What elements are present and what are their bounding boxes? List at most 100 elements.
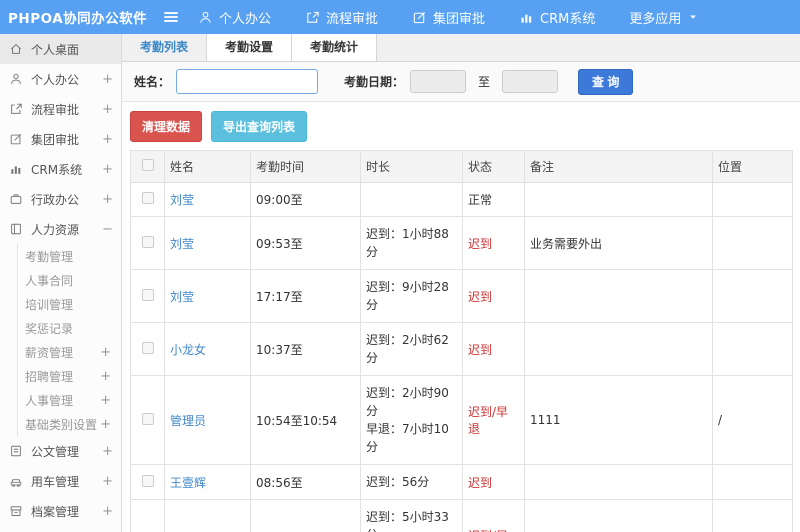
duration-cell: 迟到：56分: [360, 464, 463, 500]
sidebar-subitem-recruitment[interactable]: 招聘管理 +: [18, 364, 121, 388]
duration-cell: [360, 182, 463, 217]
sidebar-subitem-label: 薪资管理: [25, 345, 74, 360]
nav-item-workflow-approval[interactable]: 流程审批: [305, 8, 378, 27]
home-icon: [9, 42, 24, 57]
sidebar-subitem-personnel[interactable]: 人事管理 +: [18, 388, 121, 412]
nav-item-personal-office[interactable]: 个人办公: [198, 8, 271, 27]
location-cell: [712, 269, 793, 323]
sidebar-item-label: 流程审批: [31, 102, 80, 117]
location-cell: [712, 216, 793, 270]
location-cell: /: [712, 375, 793, 465]
sidebar-subitem-training[interactable]: 培训管理: [18, 292, 121, 316]
archive-icon: [9, 504, 24, 519]
row-checkbox[interactable]: [141, 412, 154, 425]
sidebar-item-project-mgmt[interactable]: 项目管理+: [0, 526, 121, 532]
nav-item-label: 个人办公: [219, 11, 272, 27]
sidebar: 个人桌面 个人办公 + 流程审批 + 集团审批 + CRM系统 + 行政办公 + 人力资源 − 考勤管理人…: [0, 34, 122, 532]
employee-name-link[interactable]: 刘莹: [170, 237, 194, 251]
search-form: 姓名： 考勤日期： 至 查 询: [122, 62, 800, 102]
expand-indicator: +: [100, 344, 111, 360]
column-header: 位置: [712, 150, 793, 183]
duration-cell: 迟到：1小时88分: [360, 216, 463, 270]
clean-data-button[interactable]: 清理数据: [130, 111, 203, 142]
status-cell: 迟到/早退: [462, 375, 525, 465]
status-cell: 迟到: [462, 464, 525, 500]
column-header: 状态: [462, 150, 525, 183]
top-navigation: 个人办公 流程审批 集团审批 CRM系统 更多应用: [198, 8, 733, 27]
sidebar-item-desktop[interactable]: 个人桌面: [0, 34, 121, 64]
caret-down-icon: [687, 11, 699, 23]
sidebar-item-admin-office[interactable]: 行政办公 +: [0, 184, 121, 214]
sidebar-item-label: 集团审批: [31, 132, 80, 147]
nav-item-more-apps[interactable]: 更多应用: [629, 8, 699, 27]
sidebar-subitem-label: 奖惩记录: [25, 321, 74, 336]
sidebar-item-hr[interactable]: 人力资源 −: [0, 214, 121, 244]
name-cell: 刘莹: [164, 182, 251, 217]
name-input[interactable]: [176, 69, 319, 94]
sidebar-item-archive-mgmt[interactable]: 档案管理 +: [0, 496, 121, 526]
sidebar-subitem-label: 人事管理: [25, 393, 74, 408]
sidebar-item-label: 公文管理: [31, 444, 80, 459]
tab-attendance-list[interactable]: 考勤列表: [122, 34, 208, 61]
status-badge: 迟到: [468, 475, 493, 490]
column-header: 时长: [360, 150, 463, 183]
time-cell: 08:56至: [250, 464, 361, 500]
select-all-checkbox[interactable]: [141, 159, 154, 171]
to-label: 至: [478, 75, 491, 89]
name-cell: 小龙女: [164, 322, 251, 376]
car-icon: [9, 474, 24, 489]
export-list-button[interactable]: 导出查询列表: [211, 111, 308, 142]
employee-name-link[interactable]: 王壹辉: [170, 476, 206, 490]
employee-name-link[interactable]: 小龙女: [170, 343, 206, 357]
nav-item-group-approval[interactable]: 集团审批: [412, 8, 485, 27]
date-to-input[interactable]: [502, 70, 559, 93]
edit-icon: [9, 132, 24, 147]
row-checkbox[interactable]: [141, 288, 154, 301]
name-cell: 刘莹: [164, 269, 251, 323]
sidebar-subitem-base-category[interactable]: 基础类别设置 +: [18, 412, 121, 436]
sidebar-item-document-mgmt[interactable]: 公文管理 +: [0, 436, 121, 466]
flow-icon: [305, 10, 320, 25]
tab-attendance-stats[interactable]: 考勤统计: [292, 34, 378, 61]
hamburger-menu-icon[interactable]: [162, 7, 182, 27]
employee-name-link[interactable]: 刘莹: [170, 193, 194, 207]
status-badge: 迟到/早退: [468, 405, 509, 436]
time-cell: 09:00至: [250, 182, 361, 217]
nav-item-crm[interactable]: CRM系统: [519, 8, 595, 27]
status-cell: 迟到: [462, 322, 525, 376]
sidebar-item-label: CRM系统: [31, 162, 83, 177]
sidebar-subitem-hr-contract[interactable]: 人事合同: [18, 268, 121, 292]
note-cell: [524, 269, 713, 323]
sidebar-item-crm[interactable]: CRM系统 +: [0, 154, 121, 184]
expand-indicator: +: [102, 131, 113, 147]
tab-attendance-setup[interactable]: 考勤设置: [207, 34, 293, 61]
note-cell: [524, 182, 713, 217]
employee-name-link[interactable]: 刘莹: [170, 290, 194, 304]
location-cell: [712, 182, 793, 217]
expand-indicator: +: [102, 101, 113, 117]
sidebar-item-vehicle-mgmt[interactable]: 用车管理 +: [0, 466, 121, 496]
expand-indicator: +: [100, 416, 111, 432]
table-row: 刘莹 17:17至 迟到：9小时28分 迟到: [130, 269, 793, 323]
status-cell: 迟到/早退: [462, 499, 525, 532]
name-cell: 黄蓉: [164, 499, 251, 532]
sidebar-subitem-salary[interactable]: 薪资管理 +: [18, 340, 121, 364]
column-header: 姓名: [164, 150, 251, 183]
note-cell: 1111: [524, 375, 713, 465]
employee-name-link[interactable]: 管理员: [170, 414, 206, 428]
row-checkbox[interactable]: [141, 474, 154, 487]
sidebar-subitem-label: 人事合同: [25, 273, 74, 288]
query-button[interactable]: 查 询: [578, 68, 634, 95]
sidebar-subitem-reward-punishment[interactable]: 奖惩记录: [18, 316, 121, 340]
row-checkbox[interactable]: [141, 235, 154, 248]
row-checkbox[interactable]: [141, 341, 154, 354]
table-row: 小龙女 10:37至 迟到：2小时62分 迟到: [130, 322, 793, 376]
sidebar-subitem-attendance[interactable]: 考勤管理: [18, 244, 121, 268]
row-checkbox[interactable]: [141, 192, 154, 204]
sidebar-item-personal-office[interactable]: 个人办公 +: [0, 64, 121, 94]
time-cell: 17:17至: [250, 269, 361, 323]
sidebar-item-group-approval[interactable]: 集团审批 +: [0, 124, 121, 154]
sidebar-item-workflow-approval[interactable]: 流程审批 +: [0, 94, 121, 124]
date-from-input[interactable]: [410, 70, 467, 93]
date-label: 考勤日期：: [344, 75, 405, 89]
